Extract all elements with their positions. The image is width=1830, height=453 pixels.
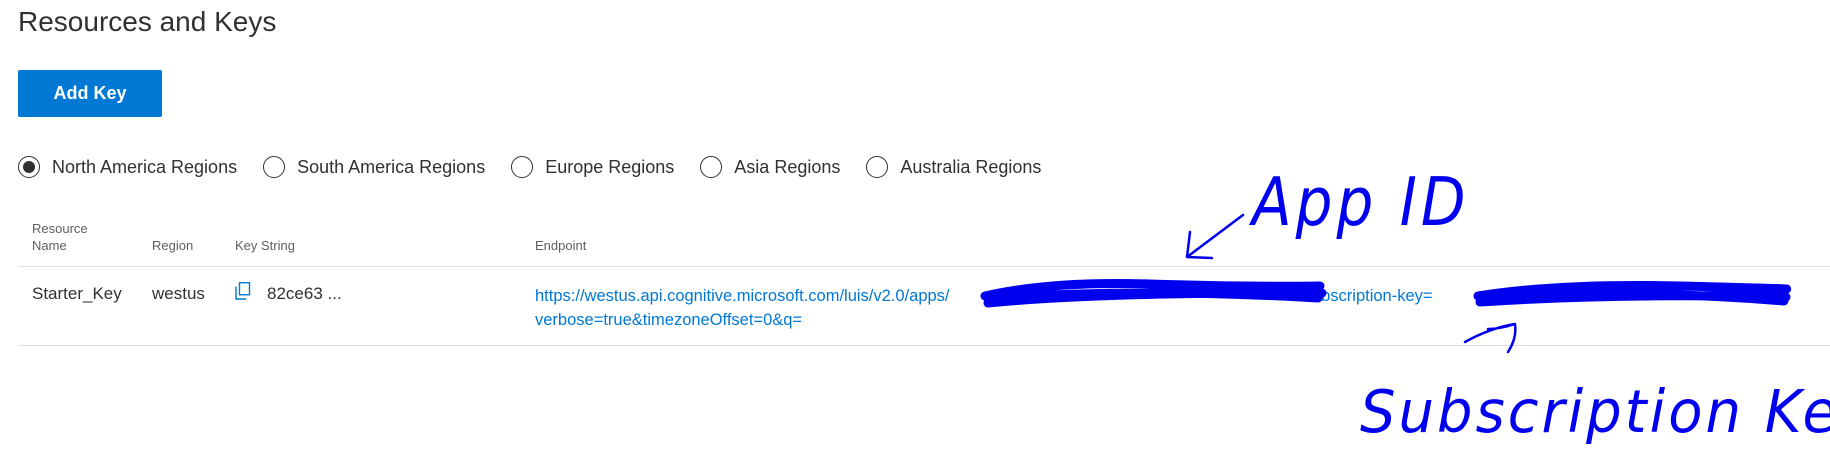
cell-resource-name: Starter_Key [32,284,122,303]
region-option-north-america[interactable]: North America Regions [18,156,237,178]
copy-icon[interactable] [235,282,251,300]
region-label: Asia Regions [734,156,841,177]
endpoint-line-2: verbose=true&timezoneOffset=0&q= [535,311,803,329]
add-key-button[interactable]: Add Key [18,70,162,117]
region-option-asia[interactable]: Asia Regions [700,156,840,178]
endpoint-query-key: ?subscription-key= [1294,287,1433,305]
radio-dot [23,161,35,173]
region-label: South America Regions [297,156,486,177]
region-option-australia[interactable]: Australia Regions [866,156,1041,178]
column-header-region: Region [152,238,194,253]
cell-region: westus [152,284,205,303]
radio-unselected-icon[interactable] [866,156,889,178]
column-header-resource-name: Resource Name [32,221,88,253]
resources-and-keys-page: Resources and Keys Add Key North America… [0,0,1830,453]
region-label: Australia Regions [900,156,1042,177]
region-option-south-america[interactable]: South America Regions [263,156,485,178]
annotation-app-id: App ID [1252,162,1470,242]
annotation-subscription-key: Subscription Key [1360,378,1830,447]
column-header-endpoint: Endpoint [535,238,587,253]
region-option-europe[interactable]: Europe Regions [511,156,674,178]
cell-key-string: 82ce63 ... [267,284,342,303]
endpoint-line-1: https://westus.api.cognitive.microsoft.c… [535,284,1762,308]
column-header-key-string: Key String [235,238,295,253]
arrow-app-id [1185,213,1245,260]
page-title: Resources and Keys [18,6,277,37]
radio-unselected-icon[interactable] [700,156,723,178]
radio-unselected-icon[interactable] [511,156,534,178]
endpoint-ampersand: & [1750,287,1762,305]
radio-selected-icon[interactable] [18,156,40,178]
region-label: Europe Regions [545,156,675,177]
region-radio-group: North America Regions South America Regi… [18,156,1067,178]
region-label: North America Regions [52,156,238,177]
table-row: Starter_Key westus 82ce63 ... https://we… [0,267,1830,345]
table-divider-bottom [18,345,1830,346]
endpoint-base-url: https://westus.api.cognitive.microsoft.c… [535,287,950,305]
radio-unselected-icon[interactable] [263,156,286,178]
